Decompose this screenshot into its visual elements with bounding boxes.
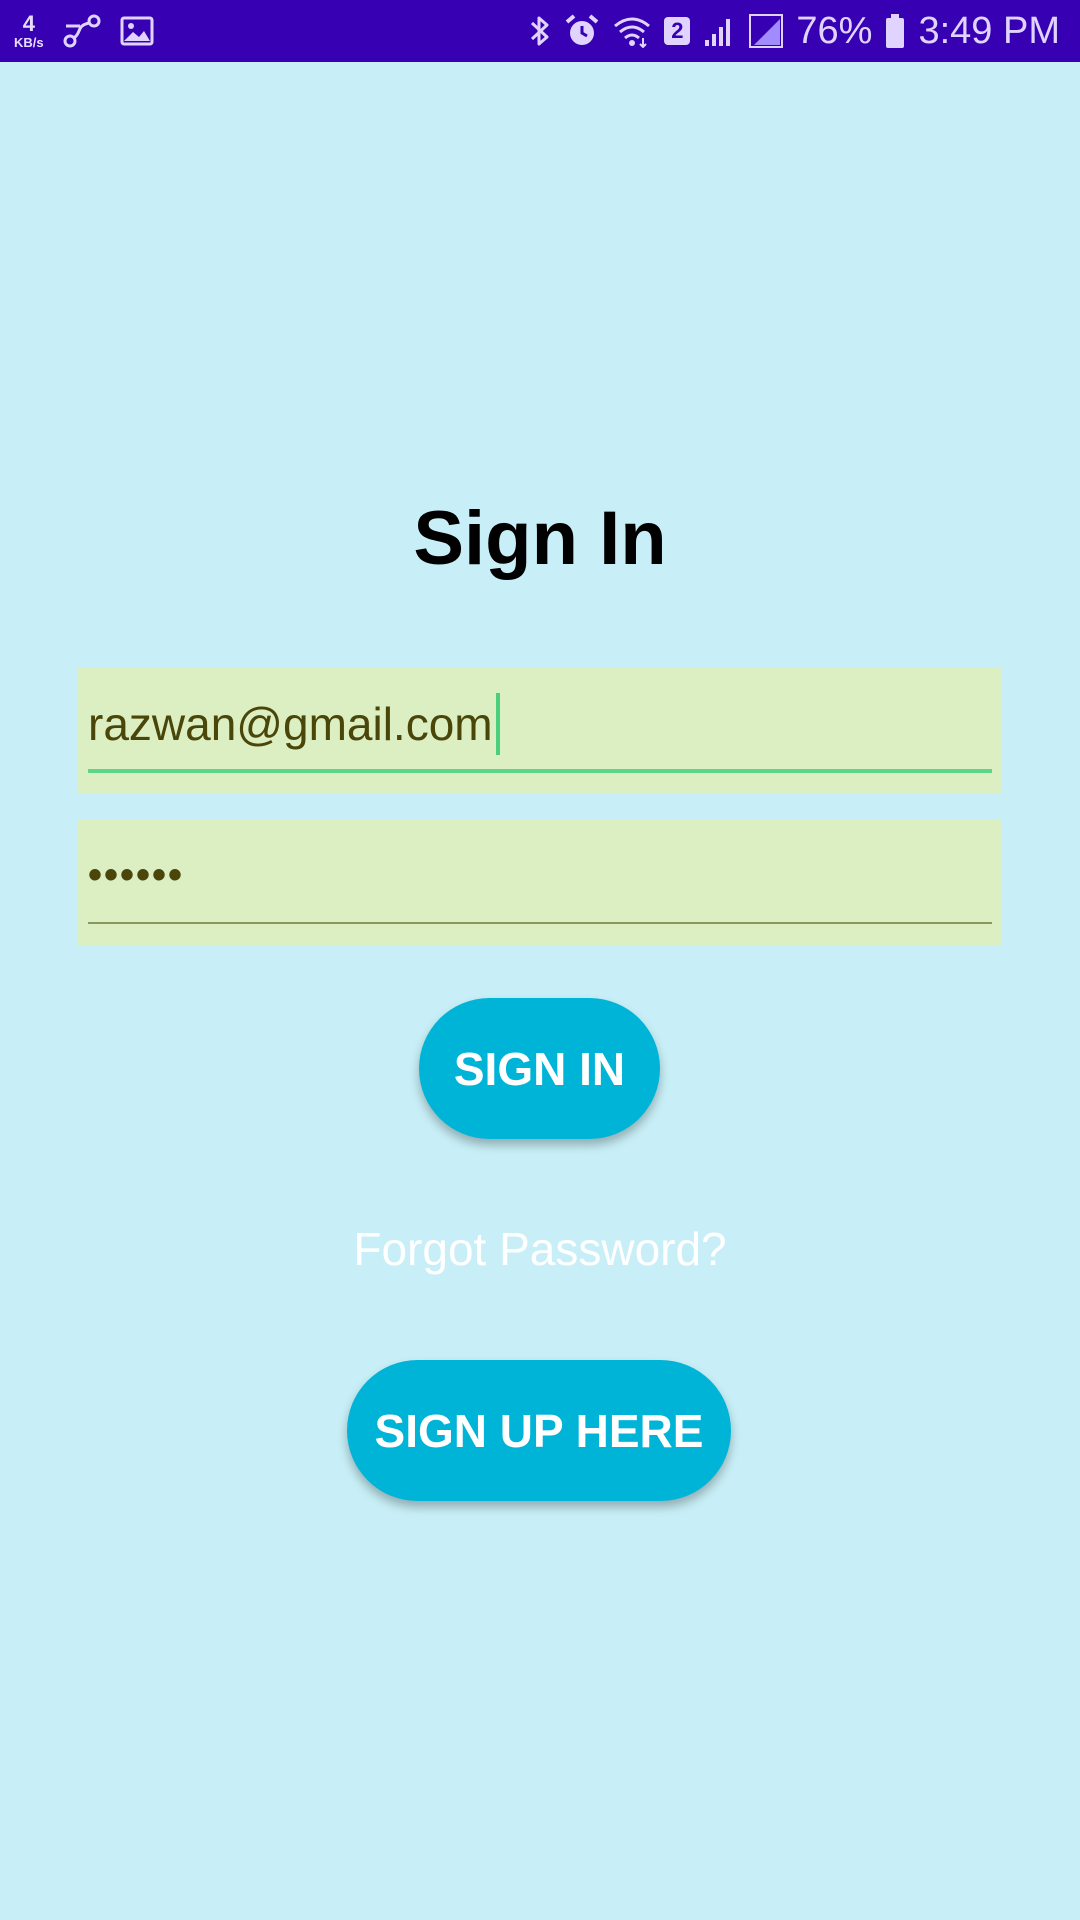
status-bar-right: 2 76% 3:49 PM xyxy=(528,0,1060,62)
text-cursor xyxy=(495,693,500,755)
status-bar: 4 KB/s 2 76% 3:49 PM xyxy=(0,0,1080,62)
network-speed-value: 4 xyxy=(22,11,35,36)
wifi-icon xyxy=(612,14,652,48)
battery-icon xyxy=(884,13,906,49)
sign-up-button[interactable]: SIGN UP HERE xyxy=(347,1360,731,1501)
password-field[interactable]: •••••• xyxy=(78,819,1002,946)
sign-in-button[interactable]: SIGN IN xyxy=(419,998,660,1139)
email-field[interactable]: razwan@gmail.com xyxy=(78,667,1002,794)
sim-icon: 2 xyxy=(664,17,691,45)
signal-icon xyxy=(748,13,784,49)
password-input[interactable]: •••••• xyxy=(88,853,184,898)
share-nodes-icon xyxy=(62,14,102,48)
network-speed-unit: KB/s xyxy=(14,35,44,50)
email-input[interactable]: razwan@gmail.com xyxy=(88,693,500,759)
clock: 3:49 PM xyxy=(918,9,1060,52)
forgot-password-link[interactable]: Forgot Password? xyxy=(0,1222,1080,1276)
battery-percent: 76% xyxy=(796,9,873,52)
signal-icon xyxy=(702,14,736,48)
page-title: Sign In xyxy=(413,496,667,581)
password-underline xyxy=(88,922,992,924)
bluetooth-icon xyxy=(528,13,552,49)
image-icon xyxy=(120,15,154,47)
network-speed: 4 KB/s xyxy=(14,11,44,50)
status-bar-left: 4 KB/s xyxy=(14,0,154,62)
alarm-icon xyxy=(564,13,600,49)
email-underline xyxy=(88,769,992,773)
email-value: razwan@gmail.com xyxy=(88,698,493,751)
